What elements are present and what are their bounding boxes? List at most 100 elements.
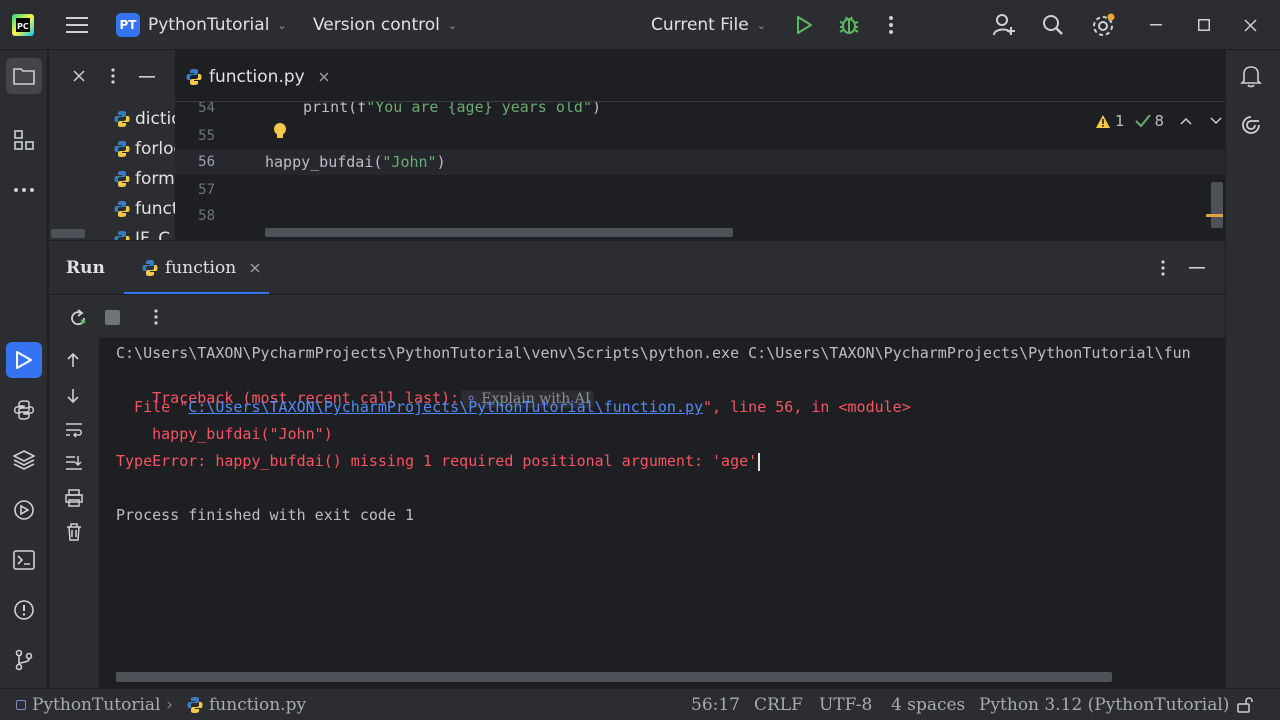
project-panel: dictio forloo forma functi IF_C — [49, 50, 175, 240]
git-branch-icon[interactable] — [6, 642, 42, 678]
run-console[interactable]: C:\Users\TAXON\PycharmProjects\PythonTut… — [99, 338, 1225, 688]
panel-options-icon[interactable] — [111, 68, 115, 84]
status-bar: PythonTutorial › function.py 56:17 CRLF … — [0, 688, 1280, 720]
editor-horizontal-scrollbar[interactable] — [265, 228, 733, 237]
stop-icon[interactable] — [105, 310, 120, 325]
line-separator[interactable]: CRLF — [754, 689, 803, 720]
project-file-item[interactable]: IF_C — [113, 227, 170, 240]
terminal-icon[interactable] — [6, 542, 42, 578]
chevron-down-icon[interactable] — [1210, 117, 1222, 125]
structure-icon[interactable] — [6, 122, 42, 158]
scroll-to-end-icon[interactable] — [65, 455, 83, 471]
project-folder-icon[interactable] — [6, 58, 42, 94]
minimize-window-icon[interactable] — [1150, 0, 1162, 50]
file-encoding[interactable]: UTF-8 — [819, 689, 872, 720]
debug-icon[interactable] — [838, 0, 860, 50]
line-number: 54 — [198, 102, 215, 116]
trash-icon[interactable] — [66, 523, 82, 541]
main-menu-icon[interactable] — [66, 0, 88, 50]
lightbulb-icon[interactable] — [273, 122, 287, 140]
arrow-down-icon[interactable] — [66, 388, 80, 404]
search-icon[interactable] — [1042, 0, 1064, 50]
python-console-icon[interactable] — [6, 392, 42, 428]
notifications-bell-icon[interactable] — [1240, 64, 1262, 88]
scrollbar-marker — [1206, 214, 1223, 217]
breadcrumb-file[interactable]: function.py — [186, 689, 306, 720]
project-file-item[interactable]: dictio — [113, 107, 175, 131]
run-tab-label: function — [165, 258, 237, 278]
warning-count: 1 — [1115, 112, 1125, 130]
file-name: dictio — [135, 109, 175, 129]
vcs-menu[interactable]: Version control ⌄ — [313, 0, 457, 50]
project-selector[interactable]: PT PythonTutorial ⌄ — [116, 0, 287, 50]
hide-run-panel-icon[interactable] — [1189, 267, 1205, 269]
run-config-label: Current File — [651, 15, 749, 35]
breadcrumb-separator: › — [166, 695, 173, 715]
layers-icon[interactable] — [6, 442, 42, 478]
project-file-item[interactable]: forloo — [113, 137, 175, 161]
ai-assistant-icon[interactable] — [1240, 114, 1262, 136]
project-icon — [16, 700, 26, 710]
console-exit-line: Process finished with exit code 1 — [116, 506, 415, 524]
checkmark-icon — [1134, 114, 1151, 128]
check-count: 8 — [1154, 112, 1165, 130]
python-interpreter[interactable]: Python 3.12 (PythonTutorial) — [979, 689, 1229, 720]
file-name: IF_C — [135, 229, 171, 240]
run-tool-icon[interactable] — [6, 342, 42, 378]
run-icon[interactable] — [794, 0, 814, 50]
close-window-icon[interactable] — [1244, 0, 1257, 50]
text-cursor — [758, 452, 761, 471]
hide-panel-icon[interactable] — [139, 76, 155, 78]
editor-vertical-scrollbar[interactable] — [1211, 182, 1223, 228]
chevron-down-icon: ⌄ — [756, 18, 766, 32]
inspection-widget[interactable]: 1 8 — [1095, 112, 1222, 130]
traceback-file-link[interactable]: C:\Users\TAXON\PycharmProjects\PythonTut… — [188, 398, 703, 416]
chevron-down-icon: ⌄ — [277, 18, 287, 32]
editor-tab-label: function.py — [209, 67, 305, 87]
lock-icon[interactable] — [1236, 689, 1254, 720]
maximize-window-icon[interactable] — [1198, 0, 1210, 50]
close-tab-icon[interactable] — [250, 263, 260, 273]
project-file-item[interactable]: forma — [113, 167, 175, 191]
rerun-icon[interactable] — [68, 308, 88, 328]
indent-setting[interactable]: 4 spaces — [891, 689, 965, 720]
close-panel-icon[interactable] — [73, 70, 85, 82]
run-options-icon[interactable] — [1161, 260, 1165, 276]
vcs-label: Version control — [313, 15, 440, 35]
add-user-icon[interactable] — [992, 0, 1016, 50]
run-config-selector[interactable]: Current File ⌄ — [651, 0, 766, 50]
more-tools-icon[interactable] — [6, 172, 42, 208]
run-tab-function[interactable]: function — [124, 241, 269, 295]
code-line-54: print(f"You are {age} years old") — [303, 102, 602, 116]
project-badge: PT — [116, 13, 140, 37]
arrow-up-icon[interactable] — [66, 352, 80, 368]
console-file-line: File "C:\Users\TAXON\PycharmProjects\Pyt… — [116, 398, 911, 416]
line-number: 58 — [198, 208, 215, 224]
more-actions-icon[interactable] — [888, 0, 894, 50]
problems-icon[interactable] — [6, 592, 42, 628]
code-editor[interactable]: 54 55 56 57 58 print(f"You are {age} yea… — [175, 102, 1225, 240]
python-file-icon — [113, 200, 131, 218]
project-scrollbar[interactable] — [51, 229, 85, 238]
caret-position[interactable]: 56:17 — [691, 689, 740, 720]
python-file-icon — [141, 259, 159, 277]
file-name: forloo — [135, 139, 175, 159]
editor-tab-function-py[interactable]: function.py — [185, 62, 329, 92]
soft-wrap-icon[interactable] — [65, 422, 83, 438]
pycharm-logo[interactable]: PC — [12, 0, 34, 50]
project-name: PythonTutorial — [148, 15, 270, 35]
more-run-actions-icon[interactable] — [154, 309, 158, 325]
run-panel-title: Run — [66, 258, 105, 278]
print-icon[interactable] — [65, 489, 83, 507]
services-icon[interactable] — [6, 492, 42, 528]
settings-gear-icon[interactable] — [1091, 0, 1115, 50]
console-horizontal-scrollbar[interactable] — [116, 672, 1112, 682]
close-tab-icon[interactable] — [319, 72, 329, 82]
title-bar: PC PT PythonTutorial ⌄ Version control ⌄… — [0, 0, 1280, 50]
breadcrumb-project[interactable]: PythonTutorial — [16, 689, 161, 720]
breadcrumb-file-label: function.py — [209, 695, 307, 715]
left-tool-strip — [0, 50, 48, 688]
chevron-up-icon[interactable] — [1180, 117, 1192, 125]
project-file-item[interactable]: functi — [113, 197, 175, 221]
console-type-error-line: TypeError: happy_bufdai() missing 1 requ… — [116, 452, 761, 471]
